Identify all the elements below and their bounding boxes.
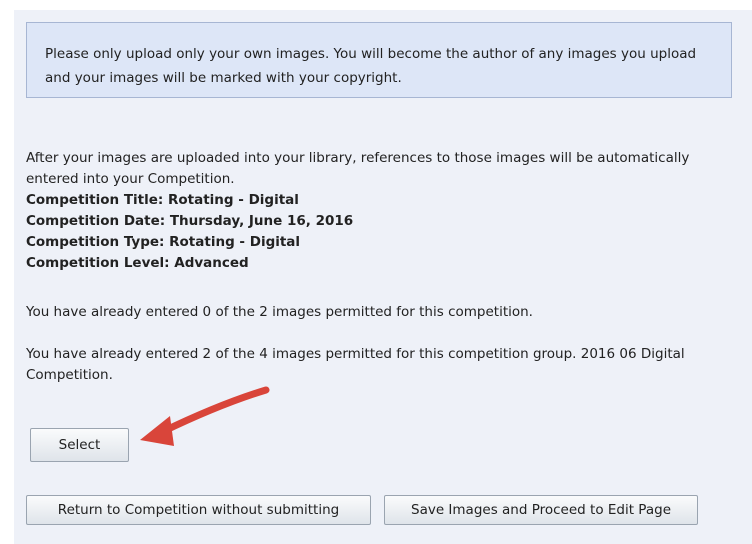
competition-info: After your images are uploaded into your… <box>26 148 744 274</box>
competition-title: Competition Title: Rotating - Digital <box>26 192 299 208</box>
upload-panel: Please only upload only your own images.… <box>14 10 752 544</box>
competition-type: Competition Type: Rotating - Digital <box>26 234 301 250</box>
copyright-notice-text: Please only upload only your own images.… <box>45 46 697 86</box>
red-arrow-annotation <box>140 386 270 446</box>
entered-competition-text: You have already entered 0 of the 2 imag… <box>26 304 533 320</box>
entered-group-text: You have already entered 2 of the 4 imag… <box>26 346 685 383</box>
info-intro-text: After your images are uploaded into your… <box>26 150 690 187</box>
copyright-notice: Please only upload only your own images.… <box>26 22 732 98</box>
return-to-competition-button[interactable]: Return to Competition without submitting <box>26 495 371 525</box>
save-and-proceed-button[interactable]: Save Images and Proceed to Edit Page <box>384 495 698 525</box>
select-button[interactable]: Select <box>30 428 129 462</box>
competition-level: Competition Level: Advanced <box>26 255 249 271</box>
competition-date: Competition Date: Thursday, June 16, 201… <box>26 213 354 229</box>
